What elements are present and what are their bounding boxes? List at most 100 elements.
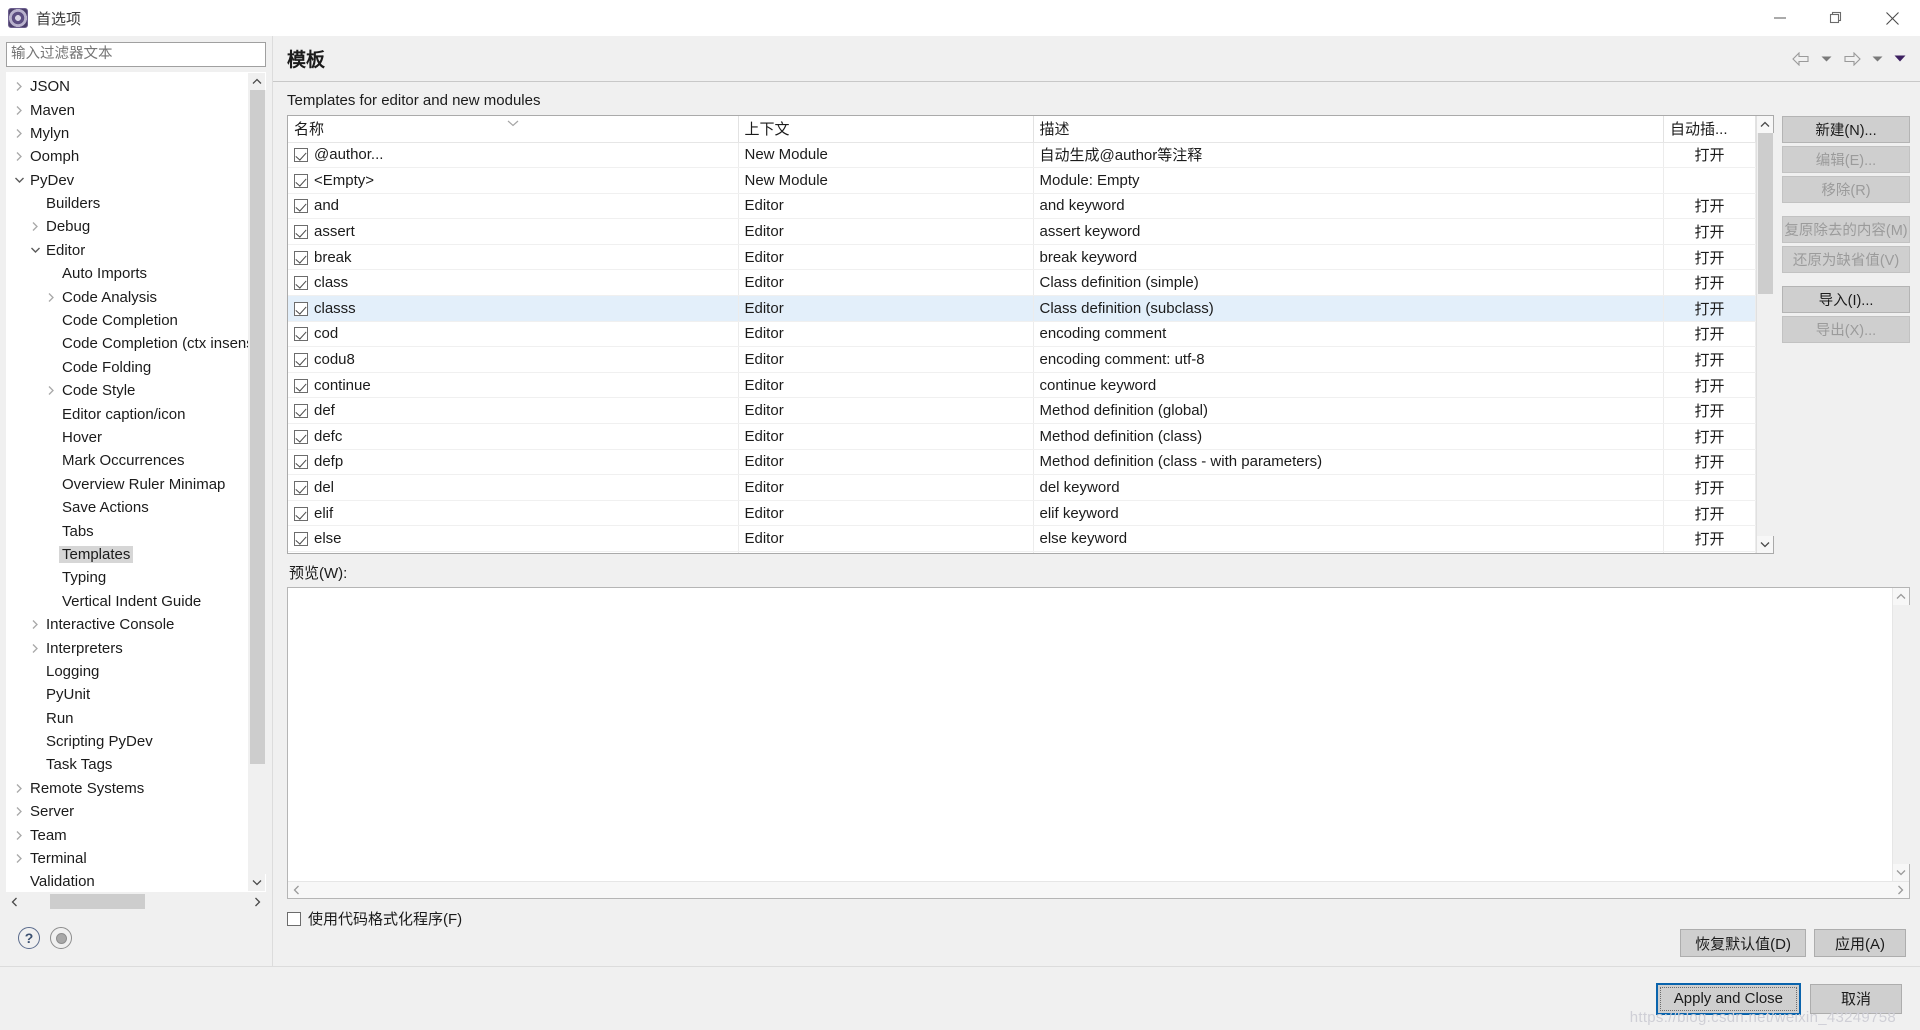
table-scroll-thumb[interactable]: [1757, 133, 1773, 295]
cell-name[interactable]: classs: [288, 295, 739, 322]
chevron-down-icon[interactable]: [11, 176, 27, 184]
row-checkbox[interactable]: [294, 199, 308, 214]
scroll-right-icon[interactable]: [249, 893, 266, 910]
table-row[interactable]: defc Editor Method definition (class) 打开: [288, 423, 1756, 450]
cancel-button[interactable]: 取消: [1810, 983, 1902, 1014]
sidebar-item-tabs[interactable]: Tabs: [7, 519, 248, 542]
restore-defaults-button[interactable]: 恢复默认值(D): [1680, 929, 1806, 957]
table-row[interactable]: eqEditorequals and not equals打开: [288, 551, 1756, 553]
sidebar-item-logging[interactable]: Logging: [7, 660, 248, 683]
sidebar-item-vertical-indent-guide[interactable]: Vertical Indent Guide: [7, 590, 248, 613]
tree-scroll-thumb[interactable]: [249, 89, 265, 765]
chevron-right-icon[interactable]: [11, 128, 27, 139]
table-row[interactable]: defp Editor Method definition (class - wit…: [288, 449, 1756, 476]
view-menu-chevron-down-icon[interactable]: [1890, 52, 1910, 65]
table-row[interactable]: cod Editor encoding comment 打开: [288, 321, 1756, 348]
cell-name[interactable]: defc: [288, 423, 739, 450]
tree-vertical-scrollbar[interactable]: [248, 72, 266, 891]
sidebar-item-task-tags[interactable]: Task Tags: [7, 753, 248, 776]
sidebar-item-interactive-console[interactable]: Interactive Console: [7, 613, 248, 636]
cell-name[interactable]: eq: [288, 551, 739, 553]
preferences-tree[interactable]: JSON Maven Mylyn Oomph PyDev Builders Debug Edi…: [7, 72, 248, 891]
row-checkbox[interactable]: [294, 378, 308, 393]
sidebar-item-validation[interactable]: Validation: [7, 870, 248, 891]
table-row[interactable]: <Empty> New Module Module: Empty: [288, 167, 1756, 194]
chevron-right-icon[interactable]: [11, 806, 27, 817]
sidebar-item-code-completion-ctx-insensitive[interactable]: Code Completion (ctx insensitive): [7, 332, 248, 355]
chevron-right-icon[interactable]: [27, 643, 43, 654]
forward-history-chevron-down-icon[interactable]: [1868, 53, 1887, 65]
cell-name[interactable]: def: [288, 397, 739, 425]
cell-name[interactable]: cod: [288, 321, 739, 348]
table-row[interactable]: break Editor break keyword 打开: [288, 244, 1756, 271]
sidebar-item-maven[interactable]: Maven: [7, 98, 248, 121]
sidebar-item-auto-imports[interactable]: Auto Imports: [7, 262, 248, 285]
cell-name[interactable]: class: [288, 269, 739, 297]
new-button[interactable]: 新建(N)...: [1782, 116, 1910, 143]
preview-scroll-left-icon[interactable]: [288, 882, 305, 899]
preview-vertical-scrollbar[interactable]: [1892, 588, 1910, 881]
back-arrow-icon[interactable]: [1788, 50, 1814, 68]
row-checkbox[interactable]: [294, 455, 308, 470]
row-checkbox[interactable]: [294, 276, 308, 291]
row-checkbox[interactable]: [294, 353, 308, 368]
preview-scroll-down-icon[interactable]: [1893, 864, 1910, 881]
column-header-auto[interactable]: 自动插...: [1663, 116, 1756, 143]
sidebar-item-server[interactable]: Server: [7, 800, 248, 823]
scroll-down-icon[interactable]: [249, 874, 266, 891]
table-row[interactable]: del Editor del keyword 打开: [288, 474, 1756, 501]
use-code-formatter-checkbox[interactable]: [287, 911, 301, 926]
chevron-right-icon[interactable]: [27, 619, 43, 630]
question-mark-icon[interactable]: ?: [18, 927, 40, 949]
sidebar-item-typing[interactable]: Typing: [7, 566, 248, 589]
row-checkbox[interactable]: [294, 327, 308, 342]
chevron-right-icon[interactable]: [43, 292, 59, 303]
sidebar-item-run[interactable]: Run: [7, 707, 248, 730]
sidebar-item-editor[interactable]: Editor: [7, 239, 248, 262]
tree-hscroll-thumb[interactable]: [50, 894, 146, 909]
tree-scroll-track[interactable]: [248, 89, 266, 874]
close-button[interactable]: [1864, 0, 1920, 36]
cell-name[interactable]: @author...: [288, 142, 739, 169]
sidebar-item-pyunit[interactable]: PyUnit: [7, 683, 248, 706]
cell-name[interactable]: and: [288, 193, 739, 220]
chevron-right-icon[interactable]: [43, 385, 59, 396]
row-checkbox[interactable]: [294, 429, 308, 444]
row-checkbox[interactable]: [294, 506, 308, 521]
chevron-right-icon[interactable]: [11, 853, 27, 864]
table-row[interactable]: classs Editor Class definition (subclass) 打…: [288, 295, 1756, 322]
circle-target-icon[interactable]: [50, 927, 72, 949]
restore-button[interactable]: [1808, 0, 1864, 36]
sidebar-item-code-folding[interactable]: Code Folding: [7, 356, 248, 379]
row-checkbox[interactable]: [294, 250, 308, 265]
row-checkbox[interactable]: [294, 148, 308, 163]
tree-hscroll-track[interactable]: [23, 893, 249, 910]
row-checkbox[interactable]: [294, 404, 308, 419]
chevron-right-icon[interactable]: [11, 783, 27, 794]
sidebar-item-overview-ruler-minimap[interactable]: Overview Ruler Minimap: [7, 473, 248, 496]
cell-name[interactable]: continue: [288, 372, 739, 399]
preview-horizontal-scrollbar[interactable]: [288, 881, 1909, 898]
sidebar-item-terminal[interactable]: Terminal: [7, 847, 248, 870]
chevron-down-icon[interactable]: [27, 246, 43, 254]
use-code-formatter-row[interactable]: 使用代码格式化程序(F): [287, 908, 1910, 929]
preview-scroll-up-icon[interactable]: [1893, 588, 1910, 605]
preview-scroll-track[interactable]: [1892, 605, 1910, 864]
table-row[interactable]: else Editor else keyword 打开: [288, 525, 1756, 552]
table-row[interactable]: @author... New Module 自动生成@author等注释 打开: [288, 142, 1756, 169]
row-checkbox[interactable]: [294, 173, 308, 188]
preview-text-area[interactable]: [288, 588, 1892, 881]
filter-input[interactable]: [6, 42, 266, 67]
scroll-left-icon[interactable]: [6, 893, 23, 910]
cell-name[interactable]: defp: [288, 449, 739, 476]
back-history-chevron-down-icon[interactable]: [1817, 53, 1836, 65]
chevron-right-icon[interactable]: [11, 830, 27, 841]
row-checkbox[interactable]: [294, 225, 308, 240]
sidebar-item-save-actions[interactable]: Save Actions: [7, 496, 248, 519]
table-row[interactable]: class Editor Class definition (simple) 打开: [288, 269, 1756, 297]
row-checkbox[interactable]: [294, 301, 308, 316]
sidebar-item-team[interactable]: Team: [7, 823, 248, 846]
sidebar-item-code-style[interactable]: Code Style: [7, 379, 248, 402]
table-row[interactable]: elif Editor elif keyword 打开: [288, 500, 1756, 527]
chevron-right-icon[interactable]: [11, 151, 27, 162]
